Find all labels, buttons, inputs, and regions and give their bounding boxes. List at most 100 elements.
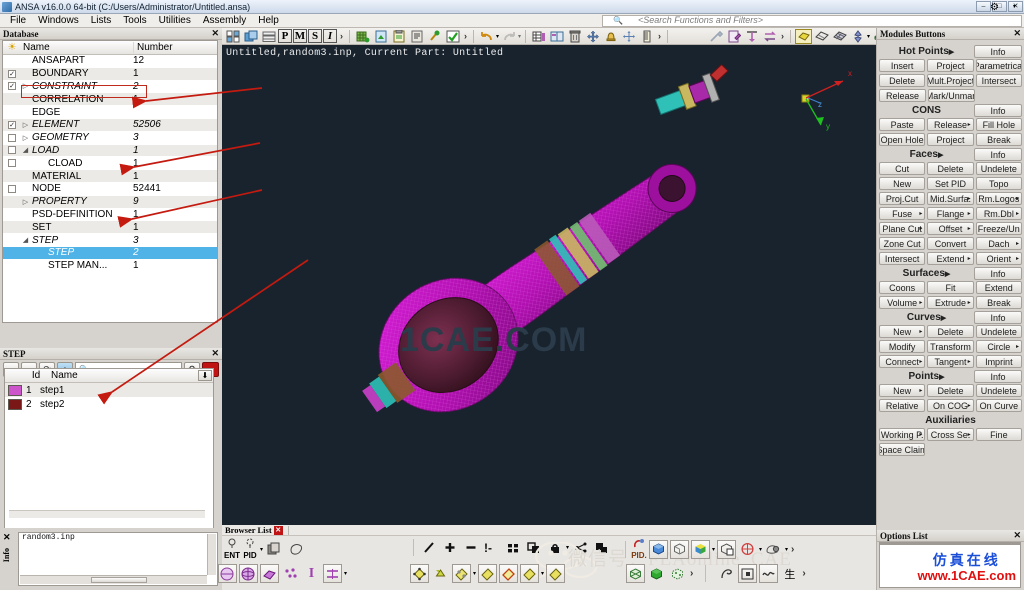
step-row[interactable]: 2 step2	[5, 397, 213, 411]
visibility-checkbox[interactable]	[3, 146, 21, 155]
material-M-icon[interactable]: M	[293, 29, 307, 43]
plus-icon[interactable]	[440, 538, 459, 557]
cube-red-icon[interactable]	[738, 540, 757, 559]
cube-gear-icon[interactable]	[764, 540, 783, 559]
close-icon[interactable]: ✕	[273, 525, 283, 535]
grid-matrix-icon[interactable]	[224, 29, 241, 44]
info-button[interactable]: Info	[974, 104, 1022, 117]
export-icon[interactable]	[372, 29, 389, 44]
close-icon[interactable]: ✕	[3, 532, 11, 543]
chevron-right-icon[interactable]: ▸	[968, 210, 971, 217]
module-button[interactable]: Set PID	[927, 177, 974, 190]
close-icon[interactable]: ✕	[1013, 28, 1021, 39]
module-button[interactable]: Extend ▸	[927, 252, 974, 265]
visibility-checkbox[interactable]	[3, 133, 21, 142]
module-group-title[interactable]: Faces▶	[879, 149, 974, 160]
tree-row[interactable]: ANSAPART 12	[3, 55, 217, 68]
chevron-down-icon[interactable]: ▾	[1007, 1, 1022, 14]
module-group-title[interactable]: Curves▶	[879, 312, 974, 323]
bell-icon[interactable]	[602, 29, 619, 44]
tria-yellow-icon[interactable]	[431, 564, 450, 583]
module-button[interactable]: Connect ▸	[879, 355, 926, 368]
module-button[interactable]: Volume ▸	[879, 296, 926, 309]
module-button[interactable]: Topo	[975, 177, 1022, 190]
tree-row[interactable]: ✓ ▷ CONSTRAINT 2	[3, 81, 217, 94]
chevron-right-icon[interactable]: ▸	[1016, 195, 1019, 202]
database-tree[interactable]: ☀ Name Number ANSAPART 12 ✓ BOUNDARY 1 ✓ ▷ CONS…	[2, 40, 218, 323]
tree-row[interactable]: ◢ LOAD 1	[3, 144, 217, 158]
pid-color-icon[interactable]: PID.	[631, 538, 647, 560]
module-button[interactable]: Freeze/Un	[975, 222, 1022, 235]
module-button[interactable]: Fuse ▸	[879, 207, 926, 220]
3d-viewport[interactable]: Untitled,random3.inp, Current Part: Unti…	[222, 45, 876, 525]
wrench-icon[interactable]	[707, 29, 724, 44]
module-button[interactable]: Working P. ▸	[879, 428, 926, 441]
chevron-down-icon[interactable]: ▾	[473, 570, 476, 577]
menu-item-windows[interactable]: Windows	[32, 14, 85, 27]
toolbar-overflow-2[interactable]: ›	[462, 31, 469, 41]
sphere-violet-icon[interactable]	[239, 564, 258, 583]
module-button[interactable]: Open Hole	[879, 133, 926, 146]
dotted-cube-icon[interactable]	[668, 564, 687, 583]
module-button[interactable]: Delete	[927, 162, 974, 175]
chevron-right-icon[interactable]: ▸	[968, 121, 971, 128]
tree-col-name[interactable]: Name	[21, 42, 133, 53]
chevron-right-icon[interactable]: ▶	[945, 271, 950, 278]
cn-icon[interactable]: 生	[780, 564, 799, 583]
clipboard-icon[interactable]	[390, 29, 407, 44]
chevron-down-icon[interactable]: ▾	[541, 570, 544, 577]
square-dot-icon[interactable]	[738, 564, 758, 583]
module-button[interactable]: New ▸	[879, 325, 926, 338]
tree-row[interactable]: MATERIAL 1	[3, 170, 217, 183]
tree-row[interactable]: SET 1	[3, 221, 217, 235]
anchor-icon[interactable]	[743, 29, 760, 44]
expand-toggle-icon[interactable]: ▷	[21, 134, 30, 142]
grid-tool-icon[interactable]	[530, 29, 547, 44]
module-button[interactable]: Modify	[879, 340, 926, 353]
module-button[interactable]: Coons	[879, 281, 926, 294]
info-button[interactable]: Info	[974, 370, 1022, 383]
module-button[interactable]: New ▸	[879, 384, 926, 397]
module-button[interactable]: Break	[975, 296, 1022, 309]
module-button[interactable]: Orient ▸	[975, 252, 1022, 265]
solid-green-icon[interactable]	[647, 564, 666, 583]
module-group-title[interactable]: Points▶	[879, 371, 974, 382]
toolbar-overflow-1[interactable]: ›	[338, 31, 345, 41]
new-mesh-icon[interactable]	[354, 29, 371, 44]
visibility-checkbox[interactable]: ✓	[3, 82, 21, 91]
module-button[interactable]: Release ▸	[927, 118, 974, 131]
visibility-checkbox[interactable]	[3, 184, 21, 193]
chevron-right-icon[interactable]: ▸	[968, 225, 971, 232]
chevron-down-icon[interactable]: ▾	[867, 33, 870, 40]
wave-icon[interactable]	[759, 564, 779, 583]
include-I-icon[interactable]: I	[323, 29, 337, 43]
plug-icon[interactable]	[426, 29, 443, 44]
step-list[interactable]: Id Name ⬇ 1 step1 2 step2	[4, 368, 214, 531]
swap-icon[interactable]	[761, 29, 778, 44]
module-button[interactable]: Delete	[927, 325, 974, 338]
menu-item-assembly[interactable]: Assembly	[197, 14, 252, 27]
module-button[interactable]: Cross Se. ▸	[927, 428, 974, 441]
menu-item-utilities[interactable]: Utilities	[153, 14, 197, 27]
module-button[interactable]: Plane Cut ▸	[879, 222, 926, 235]
tree-row[interactable]: NODE 52441	[3, 183, 217, 196]
module-button[interactable]: On COG ▸	[927, 399, 974, 412]
chevron-down-icon[interactable]: ▾	[344, 570, 347, 577]
visibility-checkbox[interactable]: ✓	[3, 69, 21, 78]
cube-select-icon[interactable]	[717, 539, 737, 559]
chevron-right-icon[interactable]: ▸	[919, 387, 922, 394]
quad-yellow-icon[interactable]	[410, 564, 429, 583]
module-button[interactable]: Flange ▸	[927, 207, 974, 220]
module-button[interactable]: Fill Hole	[975, 118, 1022, 131]
chevron-down-icon[interactable]: ▾	[759, 546, 762, 553]
tree-row[interactable]: STEP 2	[3, 246, 217, 260]
window-layout-icon[interactable]	[548, 29, 565, 44]
step-row[interactable]: 1 step1	[5, 383, 213, 397]
console-output[interactable]: random3.inp	[18, 532, 218, 586]
chevron-down-icon[interactable]: ▾	[496, 33, 499, 40]
step-col-id[interactable]: Id	[25, 370, 47, 381]
tree-row[interactable]: CORRELATION 1	[3, 93, 217, 107]
module-button[interactable]: Fit	[927, 281, 974, 294]
module-button[interactable]: Project	[927, 59, 974, 72]
module-button[interactable]: Imprint	[975, 355, 1022, 368]
